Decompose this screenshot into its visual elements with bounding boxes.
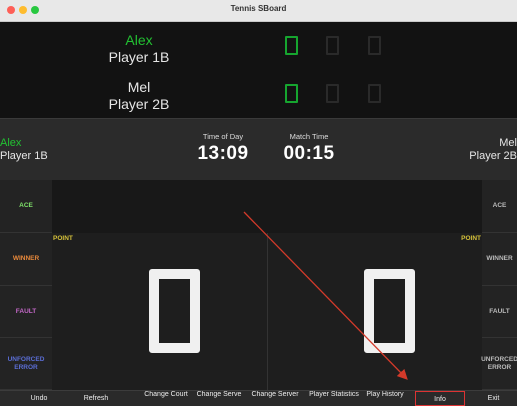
annotation-arrow-line [243, 211, 408, 380]
annotation-arrow [243, 211, 408, 380]
